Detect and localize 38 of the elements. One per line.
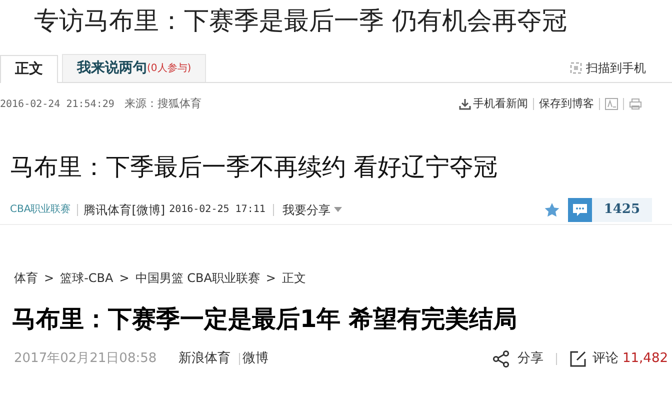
qr-code-icon (570, 62, 582, 74)
share-dropdown[interactable]: 我要分享 (282, 200, 342, 218)
publish-time: 2016-02-24 21:54:29 (0, 98, 114, 112)
caret-icon (334, 207, 342, 212)
font-size-icon (605, 98, 618, 110)
breadcrumb-separator: > (266, 270, 276, 287)
share-button[interactable]: 分享 (492, 349, 544, 369)
star-icon (544, 202, 560, 218)
tab[interactable]: 正文 (0, 55, 58, 83)
headline: 马布里：下季最后一季不再续约 看好辽宁夺冠 (9, 152, 499, 183)
source: 腾讯体育[微博] (84, 202, 166, 218)
breadcrumb-link[interactable]: 正文 (282, 269, 306, 287)
download-icon (459, 98, 471, 110)
article-title: 专访马布里：下赛季是最后一季 仍有机会再夺冠 (33, 5, 568, 38)
publish-time: 2016-02-25 17:11 (169, 203, 266, 217)
breadcrumb-link[interactable]: 篮球-CBA (60, 269, 114, 287)
source: 新浪体育 (178, 350, 231, 368)
scan-to-phone-link[interactable]: 扫描到手机 (570, 59, 646, 77)
share-icon (492, 350, 510, 368)
action-link[interactable]: 保存到博客 (539, 96, 594, 112)
action-link[interactable]: 手机看新闻 (473, 96, 528, 112)
print-icon (629, 98, 642, 110)
breadcrumb-separator: > (119, 270, 130, 287)
weibo-link[interactable]: 微博 (242, 349, 269, 369)
breadcrumb-link[interactable]: 体育 (14, 269, 38, 287)
comment-count: 11,482 (622, 350, 668, 368)
breadcrumb-separator: > (44, 270, 54, 287)
breadcrumb-link[interactable]: 中国男篮 CBA职业联赛 (135, 269, 260, 287)
speech-bubble-icon (572, 202, 588, 216)
comment-button[interactable] (568, 198, 592, 222)
comment-link[interactable]: 评论 (568, 349, 618, 369)
source: 来源：搜狐体育 (124, 96, 202, 112)
comment-count: 1425 (592, 198, 652, 222)
publish-time: 2017年02月21日08:58 (14, 350, 157, 368)
edit-icon (568, 350, 586, 368)
tab[interactable]: 我来说两句(0人参与) (62, 54, 206, 82)
category-link[interactable]: CBA职业联赛 (10, 202, 71, 217)
headline: 马布里：下赛季一定是最后1年 希望有完美结局 (11, 304, 518, 335)
